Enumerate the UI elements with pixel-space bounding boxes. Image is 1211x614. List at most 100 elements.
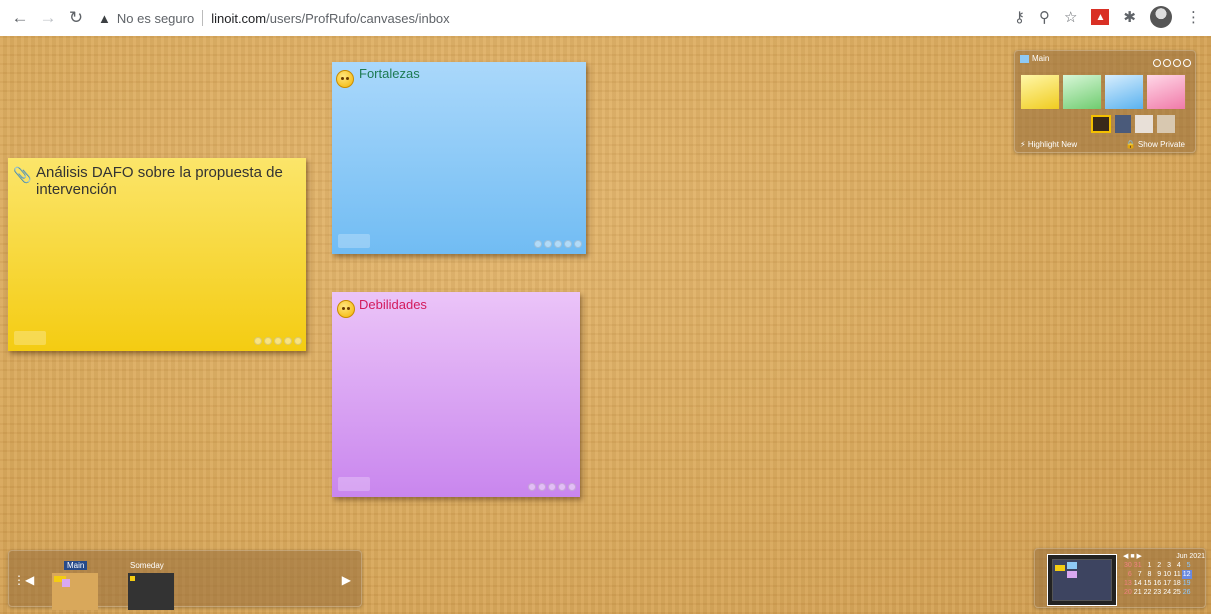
forward-arrow-icon[interactable]: → (36, 6, 60, 30)
calendar-day[interactable]: 6 (1123, 570, 1133, 579)
sticky-control-button[interactable] (534, 240, 542, 248)
canvas-thumbnail (128, 573, 174, 610)
calendar-day[interactable]: 17 (1162, 579, 1172, 588)
menu-icon[interactable]: ⋮ (1186, 8, 1201, 26)
calendar-day-today[interactable]: 12 (1181, 570, 1192, 579)
calendar-day[interactable]: 4 (1172, 561, 1182, 570)
canvas-tab-label: Main (64, 561, 88, 570)
document-icon[interactable] (1115, 115, 1131, 133)
calendar-day[interactable]: 14 (1133, 579, 1143, 588)
calendar-week: 20 21 22 23 24 25 26 (1123, 588, 1192, 597)
calendar-day[interactable]: 10 (1162, 570, 1172, 579)
star-icon[interactable]: ☆ (1064, 8, 1077, 26)
calendar-day[interactable]: 25 (1172, 588, 1182, 597)
not-secure-label[interactable]: No es seguro (117, 11, 194, 26)
sticky-control-button[interactable] (274, 337, 282, 345)
sticky-controls (254, 337, 302, 345)
address-bar[interactable]: ▲ No es seguro linoit.com/users/ProfRufo… (98, 4, 450, 32)
nav-buttons: ← → ↻ (8, 6, 92, 30)
calendar-day[interactable]: 31 (1133, 561, 1143, 570)
scroll-right-icon[interactable]: ▶ (342, 573, 351, 587)
sticky-control-button[interactable] (574, 240, 582, 248)
canvas-board[interactable]: 📎 Análisis DAFO sobre la propuesta de in… (0, 36, 1211, 614)
sticky-control-button[interactable] (284, 337, 292, 345)
sticky-control-button[interactable] (558, 483, 566, 491)
canvas-tab-someday[interactable]: Someday (128, 555, 174, 610)
sticky-control-button[interactable] (294, 337, 302, 345)
canvas-tab-main[interactable]: Main (52, 555, 98, 610)
palette-control-button[interactable] (1153, 59, 1161, 67)
calendar-day[interactable]: 3 (1162, 561, 1172, 570)
calendar-day[interactable]: 5 (1182, 561, 1192, 570)
sticky-swatch-blue[interactable] (1105, 75, 1143, 109)
key-icon[interactable]: ⚷ (1014, 8, 1025, 26)
back-arrow-icon[interactable]: ← (8, 6, 32, 30)
sticky-note-main[interactable]: 📎 Análisis DAFO sobre la propuesta de in… (8, 158, 306, 351)
reload-icon[interactable]: ↻ (64, 6, 88, 30)
calendar-day[interactable]: 30 (1123, 561, 1133, 570)
sticky-control-button[interactable] (554, 240, 562, 248)
sticky-control-button[interactable] (564, 240, 572, 248)
photo-icon[interactable] (1091, 115, 1111, 133)
calendar-day[interactable]: 26 (1182, 588, 1192, 597)
calendar-day[interactable]: 11 (1172, 570, 1182, 579)
extension-icon[interactable]: ▲ (1091, 9, 1110, 25)
calendar-day[interactable]: 19 (1182, 579, 1192, 588)
show-private-toggle[interactable]: 🔒 Show Private (1126, 140, 1185, 149)
sticky-control-button[interactable] (568, 483, 576, 491)
sticky-swatch-pink[interactable] (1147, 75, 1185, 109)
sticky-control-button[interactable] (548, 483, 556, 491)
sticky-control-button[interactable] (264, 337, 272, 345)
calendar-header: ◀ ■ ▶ Jun 2021 (1123, 552, 1205, 561)
calendar-day[interactable]: 23 (1152, 588, 1162, 597)
palette-window-controls (1151, 54, 1191, 72)
calendar-month: Jun 2021 (1176, 553, 1205, 560)
sticky-control-button[interactable] (544, 240, 552, 248)
calendar-day[interactable]: 22 (1143, 588, 1153, 597)
calendar-day[interactable]: 24 (1162, 588, 1172, 597)
palette-header: Main (1020, 54, 1049, 63)
calendar-day[interactable]: 8 (1143, 570, 1153, 579)
palette-control-button[interactable] (1163, 59, 1171, 67)
sticky-control-button[interactable] (528, 483, 536, 491)
browser-toolbar: ← → ↻ ▲ No es seguro linoit.com/users/Pr… (0, 0, 1211, 36)
attachment-icon[interactable] (1135, 115, 1153, 133)
minimap[interactable] (1047, 554, 1117, 606)
calendar-day[interactable]: 1 (1143, 561, 1153, 570)
power-icon[interactable] (1183, 59, 1191, 67)
paperclip-icon: 📎 (13, 167, 32, 184)
sticky-note-debilidades[interactable]: Debilidades (332, 292, 580, 497)
calendar-nav-icon[interactable]: ◀ ■ ▶ (1123, 552, 1142, 561)
calendar-day[interactable]: 18 (1172, 579, 1182, 588)
calendar-day[interactable]: 16 (1152, 579, 1162, 588)
sticky-palette-panel: Main ⚡ Highlight New 🔒 Show Private (1014, 50, 1196, 153)
calendar-day[interactable]: 13 (1123, 579, 1133, 588)
sticky-control-button[interactable] (538, 483, 546, 491)
calendar-day[interactable]: 20 (1123, 588, 1133, 597)
sticky-swatch-green[interactable] (1063, 75, 1101, 109)
thumb-note (130, 576, 135, 581)
scroll-left-icon[interactable]: ⋮◀ (13, 573, 34, 587)
calendar-day[interactable]: 15 (1143, 579, 1153, 588)
palette-tools (1091, 115, 1175, 133)
warning-icon[interactable]: ▲ (98, 11, 111, 26)
blank-note-icon[interactable] (1157, 115, 1175, 133)
sticky-swatch-yellow[interactable] (1021, 75, 1059, 109)
url-text[interactable]: linoit.com/users/ProfRufo/canvases/inbox (211, 11, 449, 26)
navigator-panel: ◀ ■ ▶ Jun 2021 30 31 1 2 3 4 5 6 7 8 9 1… (1034, 548, 1206, 608)
sticky-control-button[interactable] (254, 337, 262, 345)
sticky-note-fortalezas[interactable]: Fortalezas (332, 62, 586, 254)
calendar-day[interactable]: 21 (1133, 588, 1143, 597)
calendar-day[interactable]: 2 (1152, 561, 1162, 570)
puzzle-icon[interactable]: ✱ (1123, 8, 1136, 26)
smiley-icon (336, 70, 354, 88)
sticky-stamp (338, 477, 370, 491)
calendar-day[interactable]: 9 (1152, 570, 1162, 579)
palette-control-button[interactable] (1173, 59, 1181, 67)
canvas-icon (1020, 54, 1029, 63)
zoom-icon[interactable]: ⚲ (1039, 8, 1050, 26)
highlight-new-toggle[interactable]: ⚡ Highlight New (1020, 140, 1077, 149)
profile-avatar[interactable] (1150, 6, 1172, 28)
calendar-day[interactable]: 7 (1133, 570, 1143, 579)
canvas-tab-bar: ⋮◀ Main Someday ▶ (8, 550, 362, 610)
